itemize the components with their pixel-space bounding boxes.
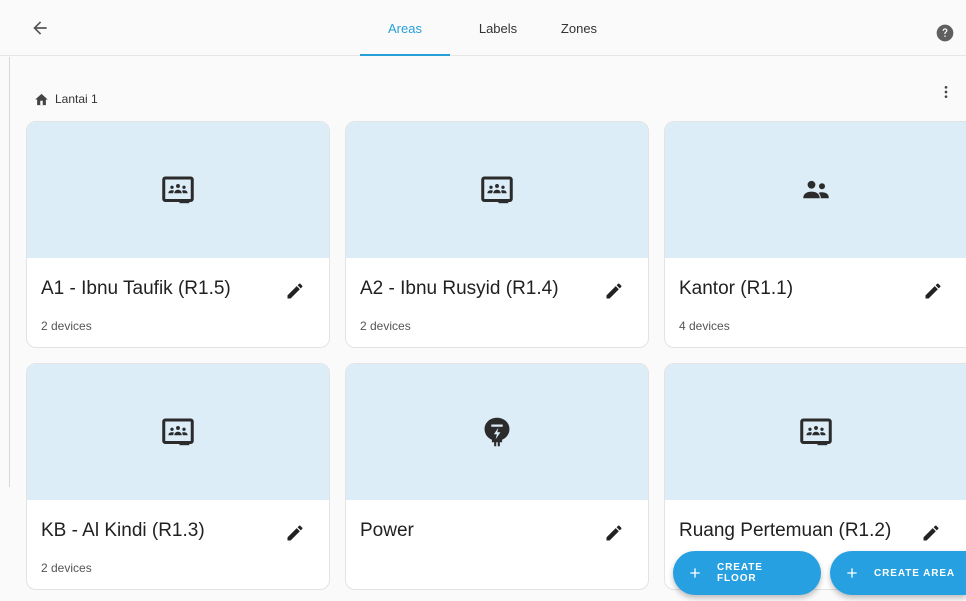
- area-card-image: [665, 122, 966, 258]
- area-card-title: Power: [360, 520, 414, 541]
- power-plug-badge-icon: [484, 417, 510, 447]
- edit-area-button[interactable]: [602, 279, 626, 303]
- help-button[interactable]: [934, 22, 956, 44]
- area-card-image: [27, 122, 329, 258]
- floor-name: Lantai 1: [55, 92, 98, 106]
- edit-area-button[interactable]: [283, 521, 307, 545]
- top-app-bar: Areas Labels Zones: [0, 0, 966, 56]
- area-card-device-count: 2 devices: [41, 561, 92, 575]
- pencil-icon: [287, 283, 303, 299]
- tab-zones-label: Zones: [560, 20, 598, 36]
- edit-area-button[interactable]: [919, 521, 943, 545]
- area-card[interactable]: KB - Al Kindi (R1.3) 2 devices: [26, 363, 330, 590]
- area-card-title: Kantor (R1.1): [679, 278, 794, 299]
- create-floor-label: CREATE FLOOR: [717, 562, 763, 584]
- tab-bar: Areas Labels Zones: [360, 0, 612, 56]
- pencil-icon: [606, 525, 622, 541]
- tab-labels[interactable]: Labels: [450, 0, 546, 56]
- area-card-device-count: 2 devices: [360, 319, 411, 333]
- area-card[interactable]: Power: [345, 363, 649, 590]
- help-circle-icon: [936, 24, 954, 42]
- plus-icon: [844, 565, 860, 581]
- pencil-icon: [287, 525, 303, 541]
- edit-area-button[interactable]: [921, 279, 945, 303]
- dots-vertical-icon: [944, 86, 948, 98]
- pencil-icon: [606, 283, 622, 299]
- area-card[interactable]: A2 - Ibnu Rusyid (R1.4) 2 devices: [345, 121, 649, 348]
- floor-menu-button[interactable]: [936, 82, 956, 102]
- google-classroom-icon: [799, 418, 832, 446]
- area-card[interactable]: Kantor (R1.1) 4 devices: [664, 121, 966, 348]
- home-floor-icon: [34, 92, 49, 107]
- area-card-title: A1 - Ibnu Taufik (R1.5): [41, 278, 231, 299]
- edit-area-button[interactable]: [602, 521, 626, 545]
- area-card-title: Ruang Pertemuan (R1.2): [679, 520, 892, 541]
- plus-icon: [687, 565, 703, 581]
- area-card-image: [665, 364, 966, 500]
- side-divider: [9, 57, 10, 487]
- area-card-device-count: 4 devices: [679, 319, 730, 333]
- area-card-device-count: 2 devices: [41, 319, 92, 333]
- create-area-button[interactable]: CREATE AREA: [830, 551, 966, 595]
- area-card-title: KB - Al Kindi (R1.3): [41, 520, 205, 541]
- back-button[interactable]: [26, 14, 54, 42]
- area-card-image: [27, 364, 329, 500]
- tab-labels-label: Labels: [478, 20, 518, 36]
- tab-areas[interactable]: Areas: [360, 0, 450, 56]
- floor-header: Lantai 1: [34, 90, 98, 108]
- area-card-image: [346, 364, 648, 500]
- tab-areas-label: Areas: [388, 20, 422, 36]
- create-area-label: CREATE AREA: [874, 567, 956, 579]
- tab-zones[interactable]: Zones: [546, 0, 612, 56]
- area-card-image: [346, 122, 648, 258]
- account-group-icon: [802, 180, 829, 199]
- google-classroom-icon: [162, 176, 194, 204]
- arrow-left-icon: [33, 21, 47, 35]
- pencil-icon: [925, 283, 941, 299]
- area-card-title: A2 - Ibnu Rusyid (R1.4): [360, 278, 559, 299]
- pencil-icon: [923, 525, 939, 541]
- edit-area-button[interactable]: [283, 279, 307, 303]
- google-classroom-icon: [481, 176, 513, 204]
- create-floor-button[interactable]: CREATE FLOOR: [673, 551, 821, 595]
- area-card[interactable]: A1 - Ibnu Taufik (R1.5) 2 devices: [26, 121, 330, 348]
- google-classroom-icon: [162, 418, 194, 446]
